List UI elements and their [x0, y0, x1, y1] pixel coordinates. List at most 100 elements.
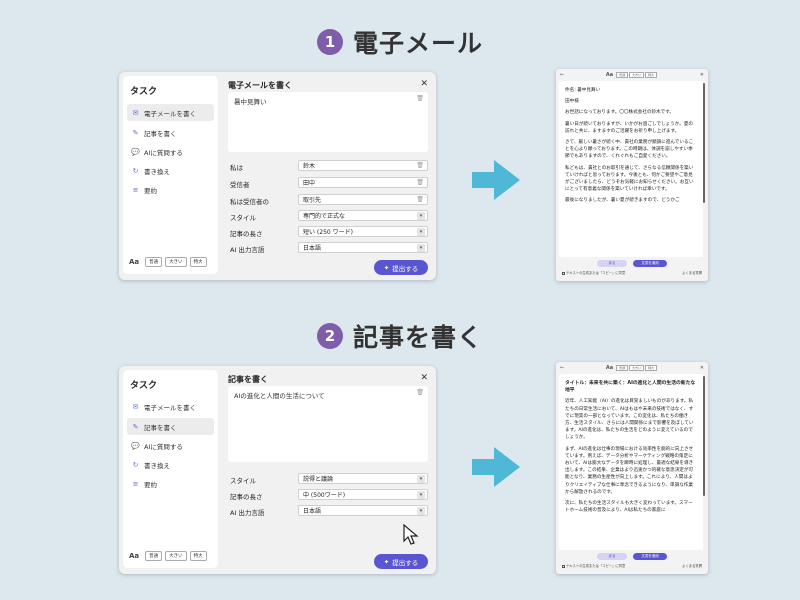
trash-icon[interactable]: 🗑: [416, 389, 424, 396]
language-select[interactable]: 日本語 ▾: [298, 242, 428, 253]
length-select[interactable]: 中 (500ワード) ▾: [298, 489, 428, 500]
email-task-panel: タスク ✉ 電子メールを書く ✎ 記事を書く 💬 AIに質問する ↻ 書き換え …: [119, 72, 436, 280]
sidebar-title: タスク: [130, 87, 158, 97]
chevron-down-icon: ▾: [417, 228, 425, 236]
recipient-input[interactable]: 田中 🗑: [298, 177, 428, 188]
sparkle-icon: ✦: [383, 263, 390, 272]
relation-input[interactable]: 取引先 🗑: [298, 194, 428, 205]
length-select[interactable]: 短い (250 ワード) ▾: [298, 226, 428, 237]
font-size-icon: Aa: [129, 258, 140, 266]
font-size-icon: Aa: [129, 552, 140, 560]
chevron-down-icon: ▾: [417, 212, 425, 220]
article-paragraph: 次に、私たちの生活スタイルも大きく変わっています。スマートホーム技術の普及により…: [565, 501, 693, 514]
back-arrow-icon[interactable]: ←: [560, 72, 564, 78]
trash-icon[interactable]: 🗑: [416, 162, 424, 169]
font-large-button[interactable]: 大きい: [629, 365, 645, 371]
sidebar-item-label: 要約: [144, 480, 157, 489]
close-icon[interactable]: ✕: [420, 79, 428, 89]
sidebar-item-rewrite[interactable]: ↻ 書き換え: [127, 162, 214, 179]
step-number-badge: 1: [316, 29, 343, 55]
sidebar-item-summary[interactable]: ≡ 要約: [127, 475, 214, 492]
chevron-down-icon: ▾: [417, 507, 425, 515]
email-paragraph: 田中様: [565, 99, 579, 105]
topic-textarea[interactable]: 暑中見舞い 🗑: [228, 92, 428, 152]
close-icon[interactable]: ✕: [700, 365, 704, 371]
scrollbar[interactable]: [703, 83, 705, 203]
style-select[interactable]: 専門的で正式な ▾: [298, 210, 428, 221]
scrollbar[interactable]: [703, 376, 705, 496]
trash-icon[interactable]: 🗑: [416, 179, 424, 186]
font-large-button[interactable]: 大きい: [165, 257, 187, 267]
sidebar-item-summary[interactable]: ≡ 要約: [127, 181, 214, 198]
submit-button[interactable]: ✦ 提出する: [374, 260, 428, 275]
edit-icon: ✎: [132, 422, 139, 431]
consent-checkbox[interactable]: テキストの生成または「コピー」に同意: [562, 563, 625, 568]
topic-textarea[interactable]: AIの進化と人間の生活について 🗑: [228, 386, 428, 462]
email-form: 電子メールを書く ✕ 暑中見舞い 🗑 私は 鈴木 🗑 受信者 田中 🗑 私は受信…: [226, 76, 432, 276]
consent-checkbox[interactable]: テキストの生成または「コピー」に同意: [562, 270, 625, 275]
sidebar-item-article[interactable]: ✎ 記事を書く: [127, 124, 214, 141]
sidebar-item-rewrite[interactable]: ↻ 書き換え: [127, 456, 214, 473]
font-xlarge-button[interactable]: 特大: [189, 257, 207, 267]
form-title: 記事を書く: [228, 375, 268, 384]
style-select[interactable]: 説得と議論 ▾: [298, 473, 428, 484]
sidebar-item-ask-ai[interactable]: 💬 AIに質問する: [127, 143, 214, 160]
email-paragraph: お世話になっております。〇〇株式会社の鈴木です。: [565, 110, 674, 116]
faq-link[interactable]: よくある質問: [682, 270, 702, 275]
font-xlarge-button[interactable]: 特大: [645, 72, 658, 78]
relation-value: 取引先: [303, 197, 322, 204]
sidebar-item-label: 電子メールを書く: [144, 109, 196, 118]
trash-icon[interactable]: 🗑: [416, 196, 424, 203]
language-value: 日本語: [303, 245, 322, 252]
faq-link[interactable]: よくある質問: [682, 563, 702, 568]
list-icon: ≡: [132, 185, 139, 194]
font-size-icon: Aa: [605, 365, 614, 371]
font-normal-button[interactable]: 普通: [616, 72, 629, 78]
doc-actions: 戻る 文書を適用: [556, 553, 708, 560]
chevron-down-icon: ▾: [417, 244, 425, 252]
sidebar-title: タスク: [130, 381, 158, 391]
font-xlarge-button[interactable]: 特大: [645, 365, 658, 371]
email-paragraph: さて、厳しい暑さが続く中、貴社の業務が順調に進んでいることを心より願っております…: [565, 140, 694, 160]
topic-value: 暑中見舞い: [234, 98, 267, 106]
font-normal-button[interactable]: 普通: [145, 257, 163, 267]
sidebar-item-label: 記事を書く: [144, 129, 177, 138]
close-icon[interactable]: ✕: [700, 72, 704, 78]
step-number-badge: 2: [316, 323, 343, 349]
consent-label: テキストの生成または「コピー」に同意: [566, 271, 626, 275]
step-title: 電子メール: [352, 29, 483, 58]
sender-label: 私は: [230, 164, 243, 172]
sidebar-item-email[interactable]: ✉ 電子メールを書く: [127, 398, 214, 415]
close-icon[interactable]: ✕: [420, 373, 428, 383]
font-normal-button[interactable]: 普通: [616, 365, 629, 371]
font-large-button[interactable]: 大きい: [165, 551, 187, 561]
font-normal-button[interactable]: 普通: [145, 551, 163, 561]
back-arrow-icon[interactable]: ←: [560, 365, 564, 371]
sidebar-item-email[interactable]: ✉ 電子メールを書く: [127, 104, 214, 121]
topic-value: AIの進化と人間の生活について: [234, 392, 325, 400]
back-button[interactable]: 戻る: [597, 553, 627, 560]
font-size-controls: Aa 普通 大きい 特大: [129, 257, 207, 267]
sidebar-item-ask-ai[interactable]: 💬 AIに質問する: [127, 437, 214, 454]
email-paragraph: 最後になりましたが、暑い夏が続きますので、どうかご: [565, 198, 680, 204]
font-xlarge-button[interactable]: 特大: [189, 551, 207, 561]
submit-button[interactable]: ✦ 提出する: [374, 554, 428, 569]
trash-icon[interactable]: 🗑: [416, 95, 424, 102]
recipient-label: 受信者: [230, 181, 250, 189]
sidebar-item-article[interactable]: ✎ 記事を書く: [127, 418, 214, 435]
form-title: 電子メールを書く: [228, 81, 292, 90]
apply-document-button[interactable]: 文書を適用: [633, 553, 667, 560]
chat-icon: 💬: [131, 147, 140, 156]
apply-document-button[interactable]: 文書を適用: [633, 260, 667, 267]
article-paragraph: まず、AIの進化は仕事の現場における効率性を劇的に向上させています。例えば、デー…: [565, 446, 694, 495]
back-button[interactable]: 戻る: [597, 260, 627, 267]
language-label: AI 出力言語: [230, 509, 265, 517]
language-value: 日本語: [303, 508, 322, 515]
edit-icon: ✎: [132, 128, 139, 137]
font-large-button[interactable]: 大きい: [629, 72, 645, 78]
sidebar-item-label: 要約: [144, 186, 157, 195]
language-select[interactable]: 日本語 ▾: [298, 505, 428, 516]
envelope-icon: ✉: [132, 108, 139, 117]
sender-input[interactable]: 鈴木 🗑: [298, 160, 428, 171]
sparkle-icon: ✦: [383, 557, 390, 566]
